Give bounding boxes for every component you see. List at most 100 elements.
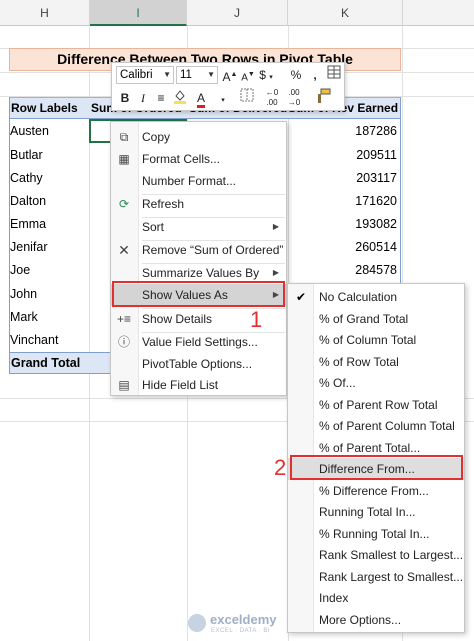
watermark: exceldemy EXCEL · DATA · BI <box>188 610 298 638</box>
format-cells-icon: ▦ <box>118 152 130 166</box>
submenu-item-pct-row-total[interactable]: % of Row Total <box>288 351 464 373</box>
menu-item-number-format[interactable]: Number Format... <box>111 170 286 192</box>
submenu-item-pct-column-total[interactable]: % of Column Total <box>288 329 464 351</box>
submenu-item-pct-of[interactable]: % Of... <box>288 372 464 394</box>
grand-total-label: Grand Total <box>11 356 81 370</box>
column-header-h[interactable]: H <box>0 0 90 26</box>
currency-icon[interactable]: $ ▾ <box>256 65 276 85</box>
menu-item-pivottable-options[interactable]: PivotTable Options... <box>111 353 286 375</box>
pivot-row-label[interactable]: Emma <box>10 213 46 236</box>
submenu-item-no-calculation[interactable]: ✔ No Calculation <box>288 286 464 308</box>
submenu-item-pct-grand-total[interactable]: % of Grand Total <box>288 308 464 330</box>
menu-item-label: Format Cells... <box>142 152 221 166</box>
pivot-row-label[interactable]: Butlar <box>10 144 43 167</box>
submenu-item-pct-parent-row-total[interactable]: % of Parent Row Total <box>288 394 464 416</box>
fill-color-icon[interactable] <box>170 88 190 108</box>
comma-style-icon[interactable]: , <box>305 65 325 85</box>
submenu-item-index[interactable]: Index <box>288 587 464 609</box>
borders-icon[interactable] <box>237 88 257 108</box>
font-color-icon[interactable]: A <box>191 88 211 108</box>
italic-icon[interactable]: I <box>133 88 153 108</box>
value-field-settings-icon: ⓘ <box>117 335 130 349</box>
pivot-header-row-labels[interactable]: Row Labels <box>9 97 89 119</box>
watermark-name: exceldemy <box>210 612 277 627</box>
pivot-row-label[interactable]: Mark <box>10 306 38 329</box>
highlight-box-show-values-as <box>112 281 285 307</box>
step-marker-2: 2 <box>274 455 287 480</box>
column-header-bar: H I J K <box>0 0 474 26</box>
pivot-row-label[interactable]: Austen <box>10 120 49 143</box>
pivot-row-value[interactable]: 260514 <box>288 236 397 259</box>
submenu-item-label: % Of... <box>319 376 356 390</box>
menu-item-sort[interactable]: Sort ▶ <box>111 216 286 238</box>
decrease-decimal-icon[interactable]: .00 →0 <box>284 88 304 108</box>
submenu-item-label: % Running Total In... <box>319 526 430 541</box>
close-icon: ✕ <box>118 242 130 258</box>
menu-item-label: PivotTable Options... <box>142 357 253 371</box>
menu-item-remove[interactable]: ✕ Remove “Sum of Ordered” <box>111 239 286 261</box>
menu-item-label: Number Format... <box>142 174 237 188</box>
menu-item-refresh[interactable]: ⟳ Refresh <box>111 193 286 215</box>
submenu-item-label: % of Parent Row Total <box>319 397 438 412</box>
table-format-icon[interactable] <box>324 65 344 85</box>
submenu-item-pct-running-total-in[interactable]: % Running Total In... <box>288 523 464 545</box>
font-size-box[interactable]: 11 ▼ <box>176 66 218 84</box>
copy-icon: ⧉ <box>119 130 129 144</box>
submenu-item-more-options[interactable]: More Options... <box>288 609 464 631</box>
submenu-item-label: Index <box>319 591 349 605</box>
submenu-item-pct-parent-column-total[interactable]: % of Parent Column Total <box>288 415 464 437</box>
pivot-row-value[interactable]: 284578 <box>288 259 397 282</box>
pivot-row-label[interactable]: Joe <box>10 259 30 282</box>
pivot-row-label[interactable]: Vinchant <box>10 329 58 352</box>
submenu-item-label: More Options... <box>319 613 402 627</box>
pivot-row-label[interactable]: Jenifar <box>10 236 48 259</box>
pivot-row-label[interactable]: Cathy <box>10 167 43 190</box>
submenu-item-pct-difference-from[interactable]: % Difference From... <box>288 480 464 502</box>
chevron-right-icon: ▶ <box>272 222 279 231</box>
context-menu: ⧉ Copy ▦ Format Cells... Number Format..… <box>110 121 287 396</box>
refresh-icon: ⟳ <box>118 197 130 211</box>
percent-icon[interactable]: % <box>286 65 306 85</box>
submenu-item-running-total-in[interactable]: Running Total In... <box>288 501 464 523</box>
submenu-item-label: Rank Smallest to Largest... <box>319 548 464 562</box>
chevron-down-icon: ▼ <box>207 70 215 79</box>
pivot-row-value[interactable]: 187286 <box>288 120 397 143</box>
submenu-item-label: Rank Largest to Smallest... <box>319 569 464 584</box>
pivot-row-value[interactable]: 209511 <box>288 144 397 167</box>
format-painter-icon[interactable] <box>313 88 333 108</box>
font-name-value: Calibri <box>120 69 153 81</box>
column-header-j[interactable]: J <box>187 0 288 26</box>
submenu-item-label: No Calculation <box>319 290 398 304</box>
pivot-row-value[interactable]: 203117 <box>288 167 397 190</box>
submenu-item-rank-largest-to-smallest[interactable]: Rank Largest to Smallest... <box>288 566 464 588</box>
submenu-item-label: Running Total In... <box>319 505 416 519</box>
pivot-row-value[interactable]: 171620 <box>288 190 397 213</box>
font-name-box[interactable]: Calibri ▼ <box>116 66 174 84</box>
pivot-row-label[interactable]: Dalton <box>10 190 46 213</box>
menu-item-format-cells[interactable]: ▦ Format Cells... <box>111 148 286 170</box>
submenu-item-label: % of Parent Column Total <box>319 419 455 433</box>
chevron-down-icon[interactable]: ▾ <box>213 88 233 108</box>
bold-icon[interactable]: B <box>115 88 135 108</box>
menu-item-hide-field-list[interactable]: ▤ Hide Field List <box>111 374 286 396</box>
menu-item-label: Sort <box>142 220 165 234</box>
increase-decimal-icon[interactable]: ←0.00 <box>262 88 282 108</box>
menu-item-value-field-settings[interactable]: ⓘ Value Field Settings... <box>111 331 286 353</box>
menu-item-copy[interactable]: ⧉ Copy <box>111 126 286 148</box>
watermark-tagline: EXCEL · DATA · BI <box>211 628 271 634</box>
pivot-row-value[interactable]: 193082 <box>288 213 397 236</box>
menu-item-label: Copy <box>142 130 171 144</box>
column-header-i[interactable]: I <box>90 0 187 26</box>
menu-item-label: Hide Field List <box>142 378 219 392</box>
menu-item-label: Value Field Settings... <box>142 335 258 349</box>
submenu-item-label: % of Row Total <box>319 354 399 369</box>
menu-item-label: Show Details <box>142 312 213 326</box>
column-header-k[interactable]: K <box>288 0 403 26</box>
align-center-icon[interactable]: ≡ <box>151 88 171 108</box>
decrease-font-icon[interactable]: A▼ <box>238 65 258 85</box>
increase-font-icon[interactable]: A▲ <box>220 65 240 85</box>
show-details-icon: +≡ <box>116 312 131 326</box>
submenu-item-rank-smallest-to-largest[interactable]: Rank Smallest to Largest... <box>288 544 464 566</box>
pivot-row-label[interactable]: John <box>10 283 37 306</box>
field-list-icon: ▤ <box>118 378 130 392</box>
